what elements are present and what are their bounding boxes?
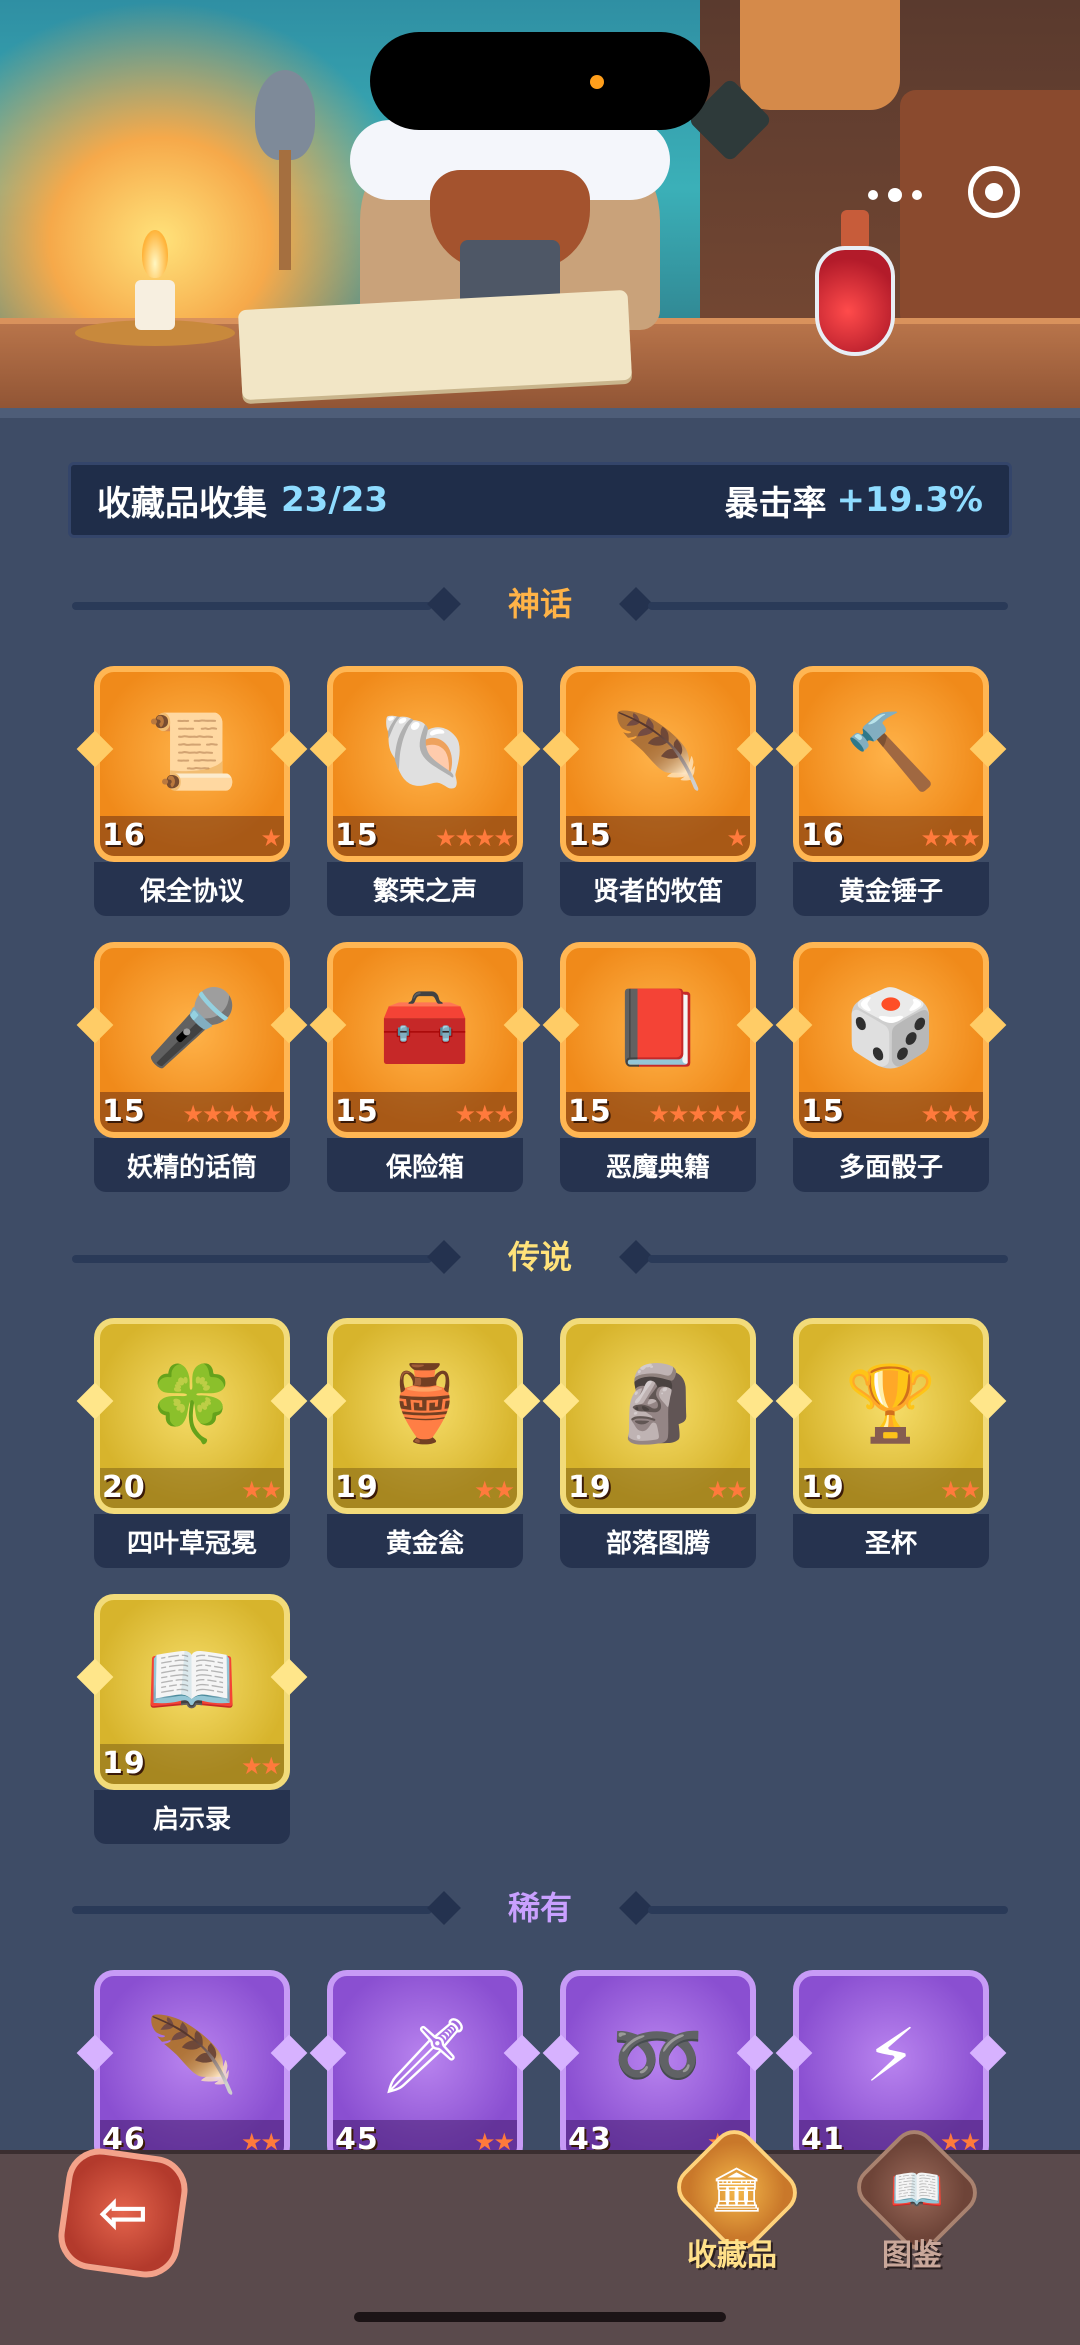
golden-hammer-icon: 🔨 (844, 709, 938, 795)
section-title: 神话 (507, 585, 572, 623)
collectible-card[interactable]: 🎲 15 ★★★ 多面骰子 (775, 942, 1007, 1192)
item-name: 保全协议 (94, 862, 290, 916)
red-potion-icon (815, 210, 895, 360)
collectible-card[interactable]: 🪶 15 ★ 贤者的牧笛 (542, 666, 774, 916)
star-rating: ★★★★ (434, 824, 515, 852)
shovel-icon (255, 70, 315, 270)
lightning-crystal-icon: ⚡ (865, 2013, 917, 2099)
item-name: 妖精的话筒 (94, 1138, 290, 1192)
item-level: 19 (335, 1470, 379, 1505)
contract-scroll-icon: 📜 (145, 709, 239, 795)
item-name: 多面骰子 (793, 1138, 989, 1192)
more-menu-button[interactable] (845, 165, 945, 225)
collection-label: 收藏品收集 (97, 483, 267, 524)
item-name: 四叶草冠冕 (94, 1514, 290, 1568)
star-rating: ★★ (706, 1476, 748, 1504)
collectible-card[interactable]: 📜 16 ★ 保全协议 (76, 666, 308, 916)
item-name: 黄金锤子 (793, 862, 989, 916)
item-name: 贤者的牧笛 (560, 862, 756, 916)
item-name: 启示录 (94, 1790, 290, 1844)
item-level: 20 (102, 1470, 146, 1505)
star-rating: ★★★ (920, 1100, 980, 1128)
collectible-card[interactable]: 🔨 16 ★★★ 黄金锤子 (775, 666, 1007, 916)
star-rating: ★★★★★ (182, 1100, 282, 1128)
section-divider: 稀有 (72, 1888, 1008, 1928)
back-arrow-icon: ⇦ (97, 2178, 149, 2248)
item-level: 15 (568, 1094, 612, 1129)
collectible-card[interactable]: 🧰 15 ★★★ 保险箱 (309, 942, 541, 1192)
treasure-chest-icon: 🧰 (378, 985, 472, 1071)
item-name: 黄金瓮 (327, 1514, 523, 1568)
golden-urn-icon: 🏺 (378, 1361, 472, 1447)
back-button[interactable]: ⇦ (54, 2144, 192, 2282)
collection-stats-bar: 收藏品收集 23/23 暴击率 +19.3% (68, 462, 1012, 538)
section-title: 稀有 (507, 1889, 572, 1927)
home-indicator (354, 2312, 726, 2322)
phoenix-feather-icon: 🪶 (145, 2013, 239, 2099)
star-rating: ★★★★★ (648, 1100, 748, 1128)
more-dots-icon (868, 190, 878, 200)
close-miniprogram-button[interactable] (968, 166, 1020, 218)
section-divider: 神话 (72, 584, 1008, 624)
item-name: 部落图腾 (560, 1514, 756, 1568)
collectible-card[interactable]: 📖 19 ★★ 启示录 (76, 1594, 308, 1844)
tab-codex-label: 图鉴 (882, 2238, 942, 2273)
pan-flute-icon: 🪶 (611, 709, 705, 795)
item-level: 15 (102, 1094, 146, 1129)
holy-grail-icon: 🏆 (844, 1361, 938, 1447)
star-rating: ★★ (939, 1476, 981, 1504)
tab-collection-label: 收藏品 (687, 2238, 777, 2273)
tab-collection[interactable]: 🏛 收藏品 (662, 2121, 806, 2280)
collectible-card[interactable]: 🗿 19 ★★ 部落图腾 (542, 1318, 774, 1568)
section-divider: 传说 (72, 1237, 1008, 1277)
item-level: 19 (102, 1746, 146, 1781)
frost-dagger-icon: 🗡 (378, 2013, 472, 2099)
section-title: 传说 (507, 1238, 572, 1276)
clover-crown-icon: 🍀 (145, 1361, 239, 1447)
item-level: 16 (102, 818, 146, 853)
item-level: 16 (801, 818, 845, 853)
totem-decoration (740, 0, 900, 110)
star-rating: ★★ (240, 1476, 282, 1504)
camera-notch (370, 32, 710, 130)
item-level: 19 (568, 1470, 612, 1505)
open-book-icon: 📖 (145, 1637, 239, 1723)
item-level: 15 (568, 818, 612, 853)
collectible-card[interactable]: 🍀 20 ★★ 四叶草冠冕 (76, 1318, 308, 1568)
collectible-card[interactable]: 📕 15 ★★★★★ 恶魔典籍 (542, 942, 774, 1192)
candle-icon (75, 230, 235, 346)
tab-codex[interactable]: 📖 图鉴 (842, 2121, 986, 2280)
collectible-card[interactable]: 🏆 19 ★★ 圣杯 (775, 1318, 1007, 1568)
item-name: 繁荣之声 (327, 862, 523, 916)
item-level: 15 (335, 1094, 379, 1129)
item-level: 19 (801, 1470, 845, 1505)
item-level: 15 (801, 1094, 845, 1129)
crit-rate-value: +19.3% (836, 480, 983, 520)
item-name: 恶魔典籍 (560, 1138, 756, 1192)
star-rating: ★ (260, 824, 281, 852)
collection-count: 23/23 (281, 480, 389, 520)
fairy-microphone-icon: 🎤 (145, 985, 239, 1071)
tribal-totem-icon: 🗿 (611, 1361, 705, 1447)
demon-tome-icon: 📕 (611, 985, 705, 1071)
star-rating: ★★★ (920, 824, 980, 852)
item-level: 15 (335, 818, 379, 853)
item-name: 圣杯 (793, 1514, 989, 1568)
crit-rate-label: 暴击率 (724, 483, 827, 524)
collectible-card[interactable]: 🏺 19 ★★ 黄金瓮 (309, 1318, 541, 1568)
star-rating: ★★ (473, 1476, 515, 1504)
star-rating: ★★★ (454, 1100, 514, 1128)
star-rating: ★ (726, 824, 747, 852)
collectible-card[interactable]: 🐚 15 ★★★★ 繁荣之声 (309, 666, 541, 916)
star-rating: ★★ (240, 1752, 282, 1780)
collectible-card[interactable]: 🎤 15 ★★★★★ 妖精的话筒 (76, 942, 308, 1192)
item-name: 保险箱 (327, 1138, 523, 1192)
target-icon (985, 183, 1003, 201)
polyhedral-dice-icon: 🎲 (844, 985, 938, 1071)
vine-rings-icon: ➿ (611, 2013, 705, 2099)
blue-horn-icon: 🐚 (378, 709, 472, 795)
